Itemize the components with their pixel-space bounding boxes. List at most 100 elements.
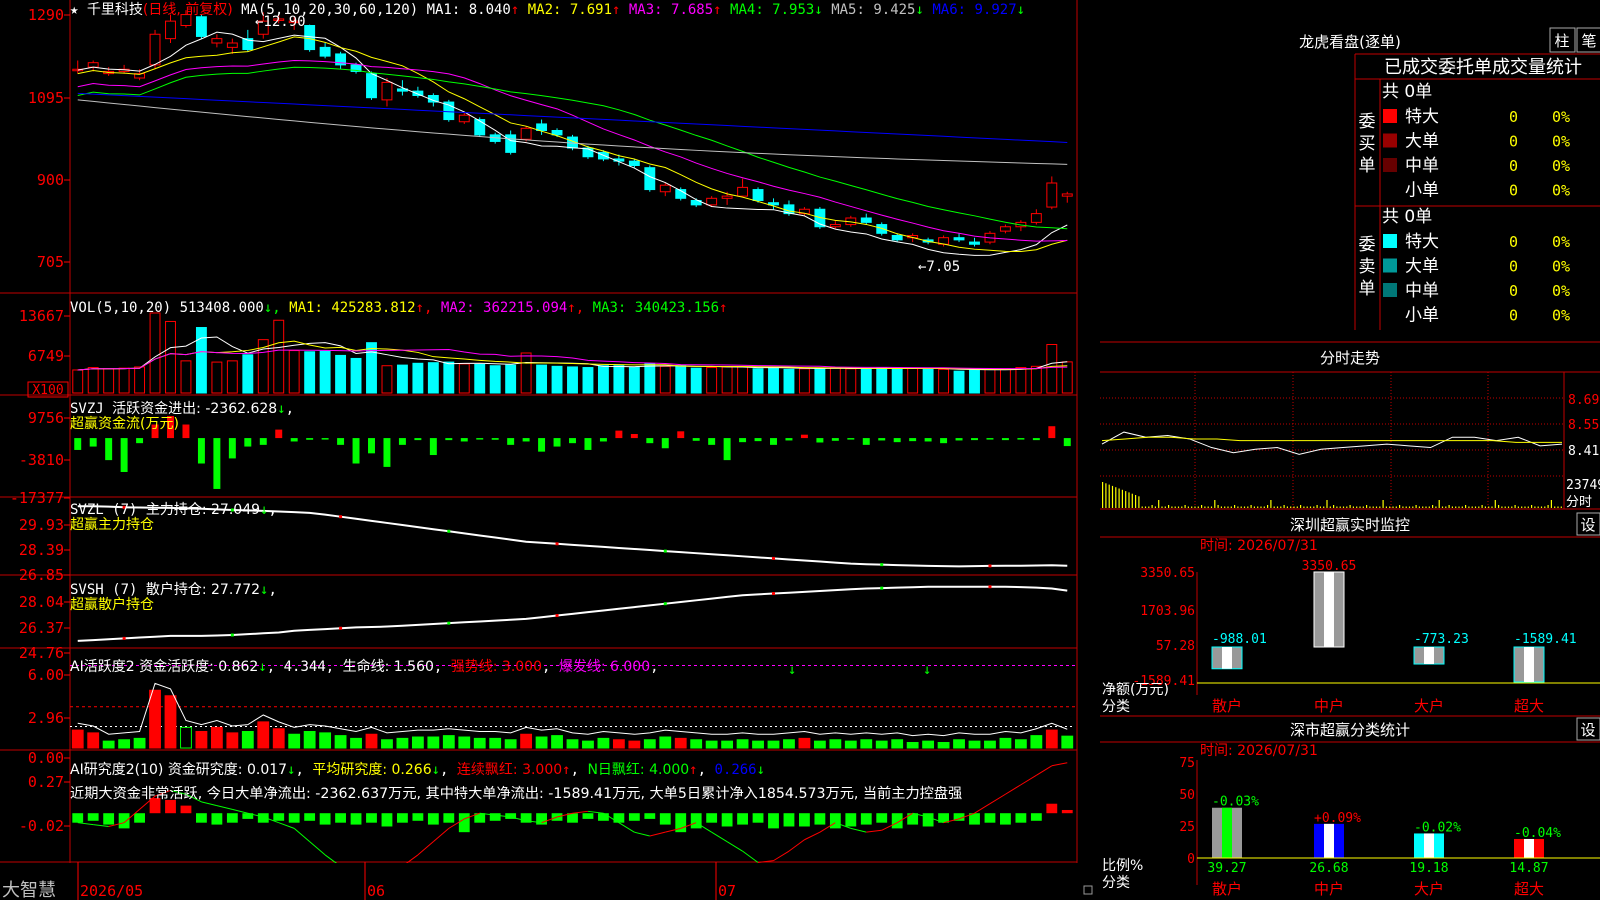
intraday-vol-bar (1507, 506, 1510, 508)
ai2-header-part: , (698, 762, 715, 778)
ai1-bar (164, 695, 177, 749)
intraday-vol-bar (1270, 500, 1272, 508)
volume-bar (551, 365, 563, 394)
svsh-header-part: , (268, 582, 276, 598)
classify-bar-shine (1324, 823, 1334, 858)
x-axis-label: 07 (718, 882, 736, 900)
classify-bar-shine (1222, 807, 1232, 858)
ai1-header-part: , (267, 659, 284, 675)
volume-bar (304, 351, 316, 394)
kline-chart[interactable]: 12901095900705←12.90←7.05★ 千里科技(日线, 前复权)… (0, 0, 1100, 900)
ai1-bar (953, 739, 965, 749)
volume-bar (613, 365, 625, 394)
volume-bar (891, 368, 903, 394)
intraday-vol-bar (1537, 506, 1539, 508)
intraday-vol-bar (1263, 506, 1265, 508)
candle-body (628, 160, 640, 166)
volume-bar (1046, 344, 1058, 394)
volume-bar (1030, 365, 1042, 394)
ai1-tick: 2.96 (28, 709, 64, 727)
volume-bar (567, 366, 578, 394)
intraday-vol-bar (1366, 505, 1368, 508)
intraday-vol-bar (1412, 506, 1414, 508)
ai1-bar (875, 740, 888, 749)
ai1-bar (551, 735, 563, 749)
ai2-bar (1030, 813, 1042, 821)
intraday-vol-bar (1369, 506, 1371, 508)
candle-body (165, 20, 176, 40)
ai2-bar (226, 813, 238, 823)
order-count: 0 (1509, 182, 1518, 200)
svzj-bar (74, 438, 82, 450)
ai1-header-part: 资金活跃度: 0.862 (139, 659, 258, 675)
intraday-vol-bar (1300, 505, 1302, 508)
intraday-vol-bar (1194, 506, 1196, 508)
ai1-bar (396, 737, 409, 749)
svzl-dot (555, 542, 559, 546)
ai2-header-part: , (296, 762, 313, 778)
intraday-vol-bar (1534, 506, 1536, 508)
volume-bar (350, 357, 362, 394)
ai1-bar (1061, 735, 1074, 749)
order-color-swatch (1383, 158, 1397, 172)
ai2-bar (443, 813, 455, 823)
ai2-bar (381, 813, 393, 827)
intraday-vol-bar (1243, 506, 1246, 508)
ai2-bar (1061, 809, 1073, 814)
volume-bar (953, 370, 965, 394)
intraday-vol-bar (1118, 488, 1120, 508)
intraday-vol-bar (1253, 506, 1255, 508)
monitor-category: 中户 (1314, 697, 1344, 715)
ai2-header-part: ↑ (562, 762, 570, 778)
intraday-vol-bar (1478, 506, 1480, 508)
intraday-vol-bar (1474, 506, 1477, 508)
ai1-bar (520, 733, 533, 749)
intraday-vol-bar (1531, 505, 1533, 508)
price-header-part: ↑ (612, 2, 629, 18)
monitor-xlabel: 分类 (1102, 699, 1130, 715)
ai1-bar (210, 726, 223, 749)
volume-bar (211, 361, 223, 394)
monitor-category: 大户 (1414, 697, 1444, 715)
svsh-dot (555, 614, 559, 618)
intraday-vol-bar (1379, 506, 1381, 508)
svzj-header-part: SVZJ (70, 401, 112, 417)
classify-change: -0.02% (1414, 820, 1461, 835)
candle-body (752, 189, 764, 201)
intraday-vol-bar (1504, 506, 1506, 508)
svzl-dot (339, 515, 343, 519)
x-axis-label: 2026/05 (80, 882, 143, 900)
vol-header-part: ↑ (719, 300, 727, 316)
intraday-vol-bar (1121, 489, 1123, 508)
svzj-tick: -17377 (10, 489, 64, 507)
svsh-dot (339, 626, 343, 630)
ai2-avg-segment (804, 831, 821, 841)
lock-icon (1083, 885, 1093, 895)
intraday-vol-bar (1342, 506, 1345, 508)
intraday-vol-bar (1313, 506, 1315, 508)
intraday-vol-bar (1418, 506, 1420, 508)
svzl-dot (988, 564, 992, 568)
svzj-bar (182, 424, 190, 439)
vol-header-part: ↑, (567, 300, 592, 316)
ai2-avg-segment (788, 839, 805, 852)
svzj-bar (940, 438, 948, 444)
intraday-vol-bar (1220, 506, 1222, 508)
intraday-vol-bar (1372, 506, 1374, 508)
intraday-vol-bar (1481, 505, 1483, 508)
classify-tick: 50 (1179, 788, 1195, 803)
price-header-part: ★ (70, 2, 87, 18)
order-color-swatch (1383, 258, 1397, 273)
intraday-vol-bar (1131, 493, 1133, 508)
volume-bar (118, 367, 130, 394)
ai1-header-part: AI活跃度2 (70, 659, 139, 675)
ai2-avg-segment (1005, 784, 1022, 795)
order-pct: 0% (1552, 108, 1570, 126)
volume-bar (273, 319, 285, 394)
ai1-bar (937, 742, 950, 749)
intraday-vol-bar (1382, 500, 1384, 508)
main-chart-area[interactable]: 1290 1095 900 705 ←12.90 ←7.05 ★ 千里科技(日线, 前复权)… (0, 0, 1100, 900)
order-count: 0 (1509, 282, 1518, 300)
candle-body (644, 167, 656, 191)
vol-header-part: MA3: 340423.156 (593, 300, 719, 316)
